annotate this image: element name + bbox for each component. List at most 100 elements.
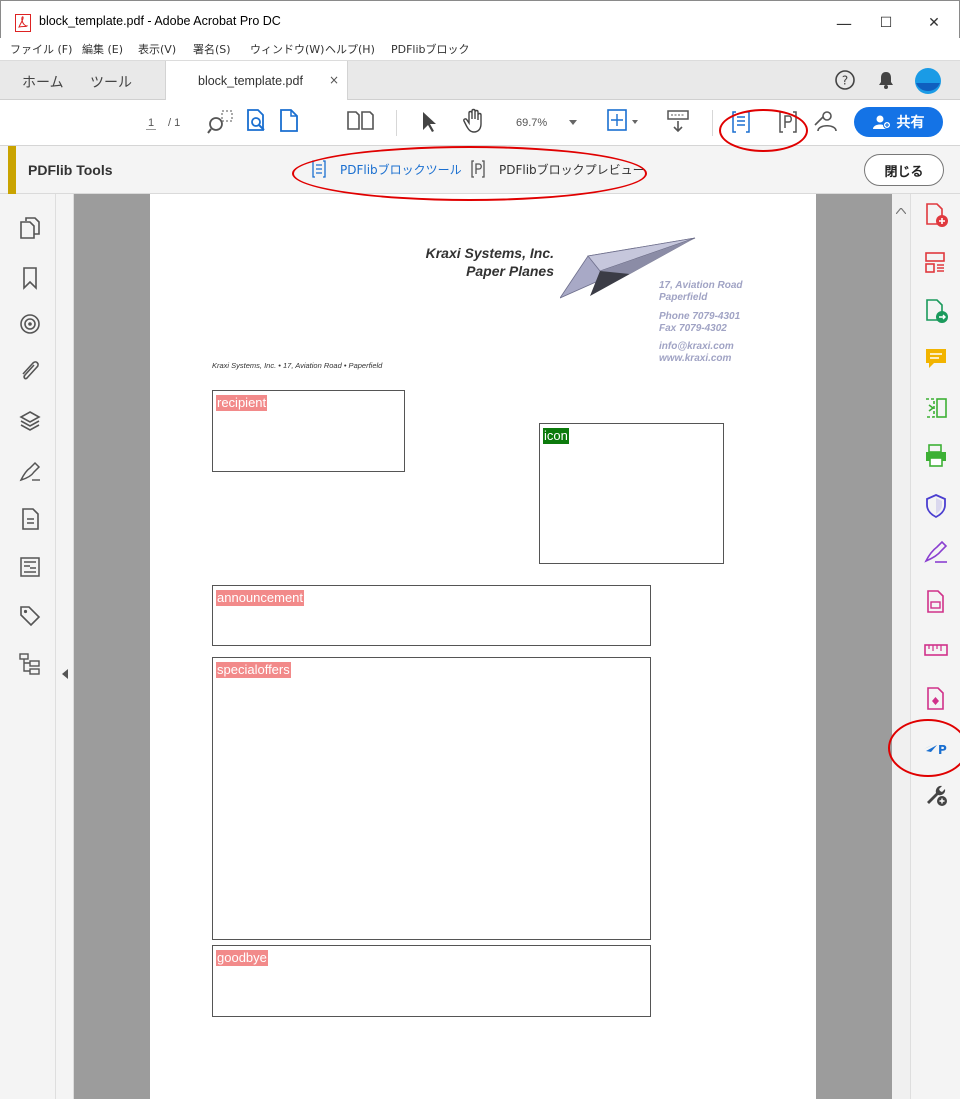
page-total: / 1 bbox=[168, 117, 181, 129]
bookmark-icon[interactable] bbox=[18, 266, 42, 290]
print-production-icon[interactable] bbox=[923, 443, 949, 469]
pdflib-plugin-icon[interactable]: P bbox=[923, 735, 949, 761]
block-label-goodbye: goodbye bbox=[216, 950, 268, 966]
comment-icon[interactable] bbox=[923, 346, 949, 372]
block-label-announcement: announcement bbox=[216, 590, 305, 606]
pdflib-block-tool-button[interactable]: PDFlibブロックツール bbox=[312, 160, 462, 178]
title-bar: block_template.pdf - Adobe Acrobat Pro D… bbox=[0, 0, 960, 42]
menu-window[interactable]: ウィンドウ(W) bbox=[250, 41, 324, 57]
left-pane-collapse-strip[interactable] bbox=[56, 194, 74, 1099]
tags-icon[interactable] bbox=[18, 604, 42, 628]
bell-icon[interactable] bbox=[876, 70, 896, 90]
address-line-2: Paperfield bbox=[659, 292, 708, 303]
share-button[interactable]: 共有 bbox=[854, 107, 943, 137]
page-thumbnails-icon[interactable] bbox=[18, 216, 42, 240]
block-label-icon: icon bbox=[543, 428, 569, 444]
scroll-mode-icon[interactable] bbox=[666, 109, 690, 135]
left-navigation-pane bbox=[0, 194, 56, 1099]
export-pdf-icon[interactable] bbox=[923, 298, 949, 324]
rich-media-icon[interactable] bbox=[923, 686, 949, 712]
find-in-page-icon[interactable] bbox=[244, 108, 268, 134]
close-window-button[interactable]: ✕ bbox=[911, 9, 957, 37]
company-name: Kraxi Systems, Inc. bbox=[425, 245, 554, 261]
protect-shield-icon[interactable] bbox=[923, 493, 949, 519]
combine-files-icon[interactable] bbox=[923, 395, 949, 421]
tab-document[interactable]: block_template.pdf × bbox=[165, 61, 348, 101]
block-label-specialoffers: specialoffers bbox=[216, 662, 291, 678]
menu-pdflib-block[interactable]: PDFlibブロック bbox=[391, 41, 470, 57]
prepare-form-icon[interactable] bbox=[923, 589, 949, 615]
scroll-up-chevron-icon[interactable] bbox=[896, 208, 906, 214]
acrobat-pdf-icon bbox=[15, 14, 31, 32]
help-icon[interactable]: ? bbox=[834, 69, 856, 91]
zoom-dropdown-chevron-down-icon[interactable] bbox=[569, 120, 577, 126]
phone-number: Phone 7079-4301 bbox=[659, 311, 741, 322]
attachment-paperclip-icon[interactable] bbox=[18, 359, 42, 383]
compare-files-icon[interactable] bbox=[18, 555, 42, 579]
organize-pages-icon[interactable] bbox=[923, 250, 949, 276]
pdflib-block-preview-label: PDFlibブロックプレビュー bbox=[499, 162, 645, 177]
product-name: Paper Planes bbox=[466, 263, 554, 279]
tool-accent-bar bbox=[8, 146, 16, 194]
content-structure-tree-icon[interactable] bbox=[18, 652, 42, 676]
block-announcement[interactable]: announcement bbox=[212, 585, 651, 646]
hand-tool-icon[interactable] bbox=[462, 107, 488, 135]
close-tool-button[interactable]: 閉じる bbox=[864, 154, 944, 186]
menu-help[interactable]: ヘルプ(H) bbox=[325, 41, 375, 57]
toolbar-separator bbox=[396, 110, 397, 136]
page-number-input[interactable]: 1 bbox=[146, 117, 157, 130]
block-specialoffers[interactable]: specialoffers bbox=[212, 657, 651, 940]
maximize-button[interactable]: ☐ bbox=[863, 9, 909, 37]
destinations-target-icon[interactable] bbox=[18, 312, 42, 336]
pdflib-block-preview-icon[interactable] bbox=[779, 111, 797, 133]
minimize-button[interactable]: — bbox=[821, 9, 867, 37]
tab-home[interactable]: ホーム bbox=[22, 72, 64, 92]
fax-number: Fax 7079-4302 bbox=[659, 323, 727, 334]
block-icon[interactable]: icon bbox=[539, 423, 724, 564]
block-goodbye[interactable]: goodbye bbox=[212, 945, 651, 1017]
menu-sign[interactable]: 署名(S) bbox=[193, 41, 231, 57]
fill-and-sign-icon[interactable] bbox=[923, 540, 949, 566]
request-signature-icon[interactable] bbox=[813, 109, 841, 135]
share-button-label: 共有 bbox=[896, 115, 925, 131]
add-user-icon bbox=[872, 115, 891, 129]
document-tab-label: block_template.pdf bbox=[198, 74, 303, 88]
toolbar-separator bbox=[712, 110, 713, 136]
create-pdf-icon[interactable] bbox=[923, 202, 949, 228]
marquee-zoom-icon[interactable] bbox=[206, 109, 234, 135]
website: www.kraxi.com bbox=[659, 353, 732, 364]
tab-tools[interactable]: ツール bbox=[90, 72, 132, 92]
letterhead-contact: 17, Aviation Road Paperfield Phone 7079-… bbox=[659, 280, 743, 365]
menu-view[interactable]: 表示(V) bbox=[138, 41, 176, 57]
pdflib-block-preview-button[interactable]: PDFlibブロックプレビュー bbox=[471, 160, 645, 178]
user-avatar-icon[interactable] bbox=[914, 67, 942, 95]
block-recipient[interactable]: recipient bbox=[212, 390, 405, 472]
select-cursor-icon[interactable] bbox=[420, 110, 438, 134]
address-line-1: 17, Aviation Road bbox=[659, 280, 743, 291]
more-tools-wrench-icon[interactable] bbox=[923, 782, 949, 808]
pdflib-block-tool-icon[interactable] bbox=[732, 111, 750, 133]
layers-icon[interactable] bbox=[18, 409, 42, 433]
menu-bar: ファイル (F) 編集 (E) 表示(V) 署名(S) ウィンドウ(W) ヘルプ… bbox=[0, 38, 960, 60]
measure-ruler-icon[interactable] bbox=[923, 637, 949, 663]
block-label-recipient: recipient bbox=[216, 395, 268, 411]
tab-bar: ホーム ツール block_template.pdf × ? bbox=[0, 60, 960, 101]
document-properties-icon[interactable] bbox=[18, 507, 42, 531]
pdflib-block-tool-icon bbox=[312, 160, 326, 178]
single-page-icon[interactable] bbox=[278, 108, 300, 134]
menu-file[interactable]: ファイル (F) bbox=[10, 41, 72, 57]
window-title: block_template.pdf - Adobe Acrobat Pro D… bbox=[39, 14, 281, 28]
menu-edit[interactable]: 編集 (E) bbox=[82, 41, 123, 57]
email-address: info@kraxi.com bbox=[659, 341, 734, 352]
zoom-level[interactable]: 69.7% bbox=[516, 117, 547, 129]
signature-pen-icon[interactable] bbox=[18, 460, 42, 484]
vertical-scrollbar[interactable] bbox=[892, 194, 910, 1099]
right-tools-pane: P bbox=[910, 194, 960, 1099]
close-tab-icon[interactable]: × bbox=[329, 73, 339, 87]
collapse-left-chevron-icon[interactable] bbox=[62, 669, 68, 679]
main-toolbar: 1 / 1 69.7% bbox=[0, 100, 960, 146]
fit-page-icon[interactable] bbox=[606, 108, 642, 134]
svg-text:?: ? bbox=[842, 74, 848, 88]
two-page-view-icon[interactable] bbox=[346, 110, 376, 132]
pdflib-tools-title: PDFlib Tools bbox=[28, 162, 113, 178]
